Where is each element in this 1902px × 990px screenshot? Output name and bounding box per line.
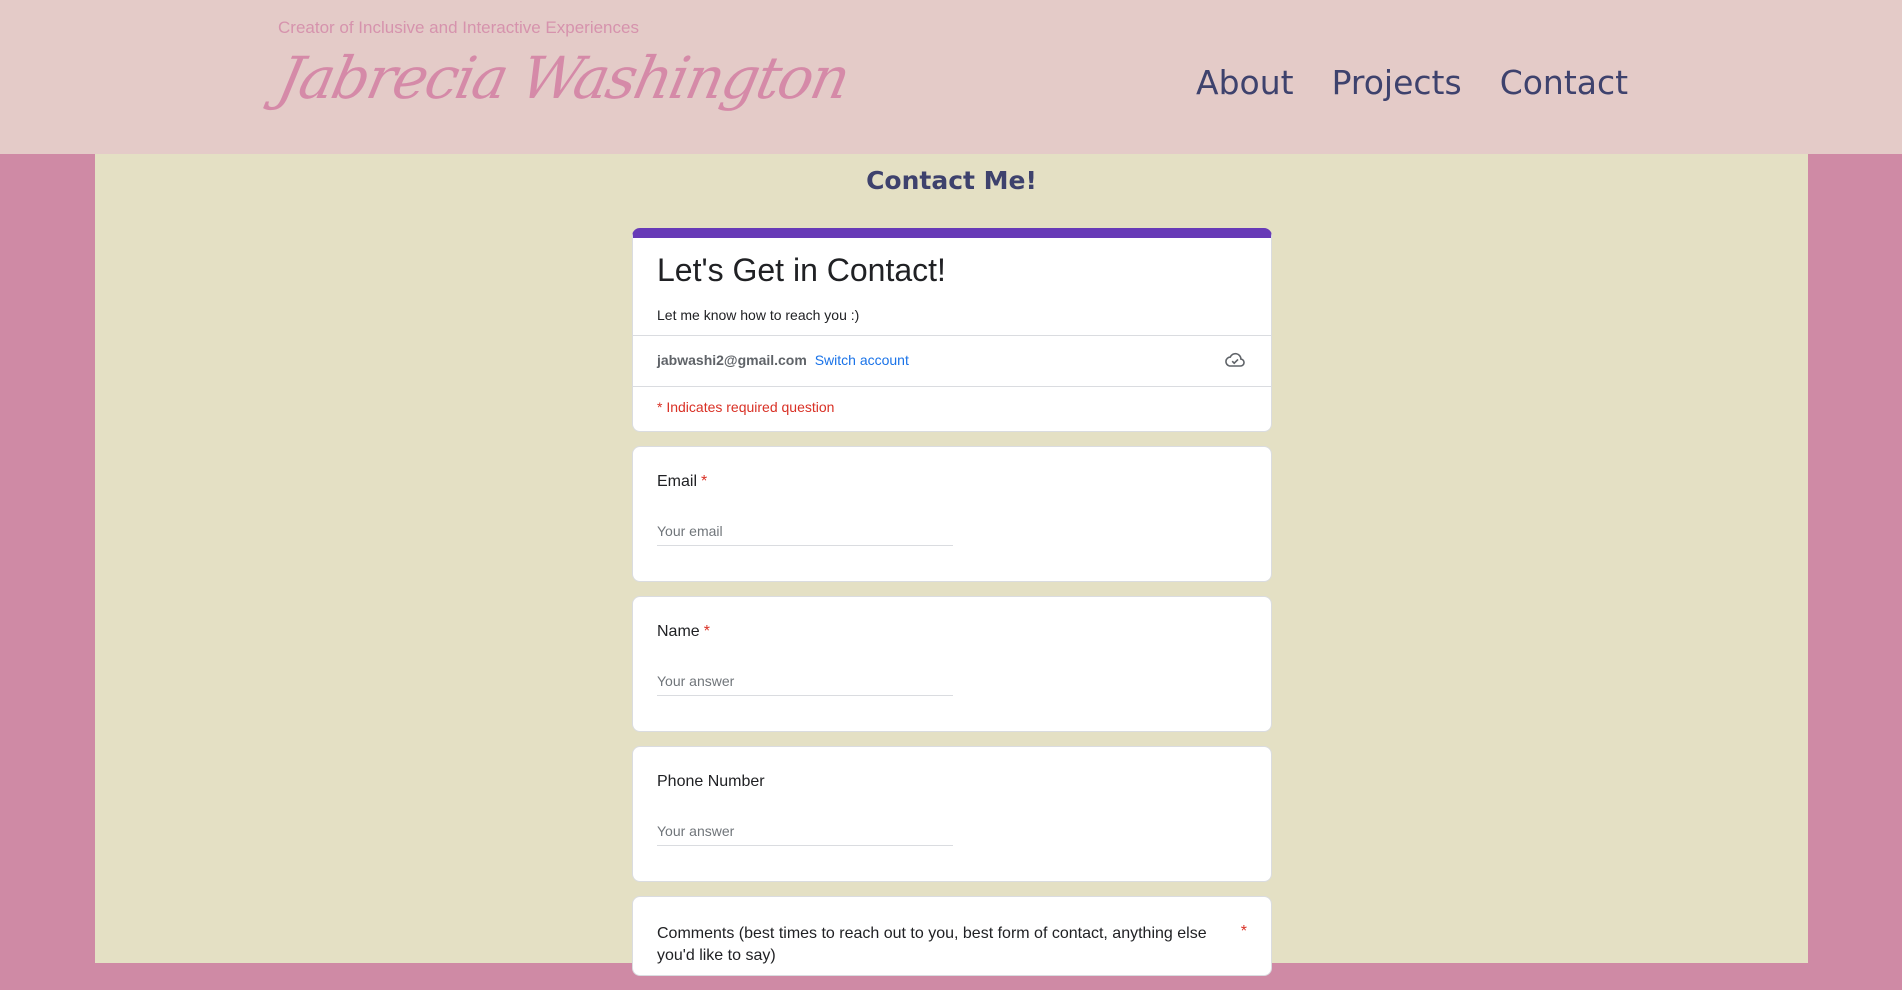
- required-note: * Indicates required question: [633, 386, 1271, 431]
- required-star: *: [1240, 923, 1247, 940]
- embedded-form: Let's Get in Contact! Let me know how to…: [632, 228, 1272, 990]
- main-content: Contact Me! Let's Get in Contact! Let me…: [95, 154, 1808, 976]
- required-star: *: [701, 473, 708, 490]
- cloud-saved-icon[interactable]: [1223, 348, 1247, 372]
- account-row: jabwashi2@gmail.com Switch account: [633, 335, 1271, 386]
- question-email: Email *: [632, 446, 1272, 582]
- question-name: Name *: [632, 596, 1272, 732]
- email-field[interactable]: [657, 523, 953, 546]
- switch-account-link[interactable]: Switch account: [815, 352, 909, 368]
- main-nav: About Projects Contact: [1196, 63, 1628, 102]
- required-star: *: [703, 623, 710, 640]
- page-title: Contact Me!: [866, 166, 1037, 195]
- question-phone: Phone Number: [632, 746, 1272, 882]
- site-tagline: Creator of Inclusive and Interactive Exp…: [278, 18, 639, 37]
- phone-field[interactable]: [657, 823, 953, 846]
- question-label: Email: [657, 473, 698, 490]
- nav-projects[interactable]: Projects: [1332, 63, 1462, 102]
- form-description: Let me know how to reach you :): [657, 307, 860, 323]
- form-title: Let's Get in Contact!: [657, 252, 946, 288]
- name-field[interactable]: [657, 673, 953, 696]
- site-logo[interactable]: Jabrecia Washington: [272, 44, 854, 112]
- question-label: Phone Number: [657, 773, 765, 790]
- question-label: Name: [657, 623, 700, 640]
- form-header-card: Let's Get in Contact! Let me know how to…: [632, 228, 1272, 432]
- nav-contact[interactable]: Contact: [1500, 63, 1628, 102]
- question-label: Comments (best times to reach out to you…: [657, 925, 1207, 964]
- nav-about[interactable]: About: [1196, 63, 1294, 102]
- site-header: Creator of Inclusive and Interactive Exp…: [0, 0, 1902, 154]
- account-email: jabwashi2@gmail.com: [657, 352, 807, 368]
- question-comments: Comments (best times to reach out to you…: [632, 896, 1272, 976]
